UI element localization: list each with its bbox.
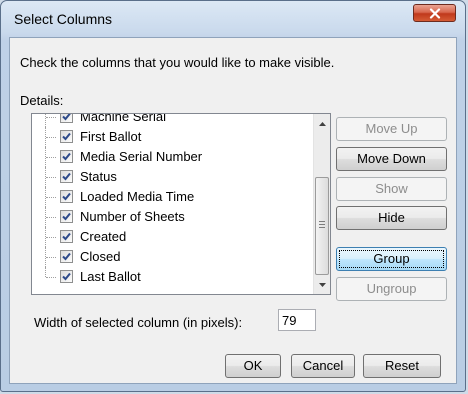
scroll-thumb[interactable] xyxy=(315,177,329,275)
dialog-body: Check the columns that you would like to… xyxy=(9,37,457,384)
checkbox[interactable] xyxy=(60,210,73,223)
move-down-button[interactable]: Move Down xyxy=(336,147,447,171)
tree-item-last-ballot[interactable]: Last Ballot xyxy=(32,267,312,287)
tree-item-status[interactable]: Status xyxy=(32,167,312,187)
ungroup-button[interactable]: Ungroup xyxy=(336,277,447,301)
title-bar: Select Columns xyxy=(1,1,465,37)
close-button[interactable] xyxy=(413,4,456,22)
checkbox[interactable] xyxy=(60,270,73,283)
column-width-label: Width of selected column (in pixels): xyxy=(34,315,243,330)
scroll-down-button[interactable] xyxy=(314,276,330,293)
close-icon xyxy=(429,7,440,19)
columns-tree[interactable]: Machine Serial First Ballot Media Serial… xyxy=(31,113,331,295)
tree-item-label: Created xyxy=(80,229,127,244)
focus-indicator xyxy=(339,250,444,268)
tree-item-media-serial-number[interactable]: Media Serial Number xyxy=(32,147,312,167)
scroll-down-arrow-icon xyxy=(318,282,326,287)
select-columns-dialog: Select Columns Check the columns that yo… xyxy=(0,0,466,392)
reset-button[interactable]: Reset xyxy=(363,354,441,378)
dialog-title: Select Columns xyxy=(14,11,113,27)
tree-item-label: First Ballot xyxy=(80,129,142,144)
checkbox[interactable] xyxy=(60,114,73,123)
tree-item-label: Media Serial Number xyxy=(80,149,203,164)
tree-item-first-ballot[interactable]: First Ballot xyxy=(32,127,312,147)
checkmark-icon xyxy=(62,132,71,141)
checkmark-icon xyxy=(62,192,71,201)
details-label: Details: xyxy=(20,93,64,108)
ok-button[interactable]: OK xyxy=(225,354,281,378)
checkmark-icon xyxy=(62,252,71,261)
cancel-button[interactable]: Cancel xyxy=(291,354,355,378)
tree-item-created[interactable]: Created xyxy=(32,227,312,247)
column-width-input[interactable] xyxy=(278,309,316,331)
checkbox[interactable] xyxy=(60,250,73,263)
checkmark-icon xyxy=(62,232,71,241)
tree-item-label: Status xyxy=(80,169,117,184)
tree-item-closed[interactable]: Closed xyxy=(32,247,312,267)
tree-item-label: Machine Serial xyxy=(80,113,166,124)
tree-item-label: Loaded Media Time xyxy=(80,189,195,204)
checkbox[interactable] xyxy=(60,190,73,203)
show-button[interactable]: Show xyxy=(336,177,447,201)
checkbox[interactable] xyxy=(60,230,73,243)
checkmark-icon xyxy=(62,172,71,181)
checkmark-icon xyxy=(62,152,71,161)
checkmark-icon xyxy=(62,272,71,281)
tree-item-label: Number of Sheets xyxy=(80,209,185,224)
tree-item-label: Closed xyxy=(80,249,121,264)
checkmark-icon xyxy=(62,114,71,121)
hide-button[interactable]: Hide xyxy=(336,206,447,230)
instruction-text: Check the columns that you would like to… xyxy=(20,55,335,70)
tree-item-number-of-sheets[interactable]: Number of Sheets xyxy=(32,207,312,227)
move-up-button[interactable]: Move Up xyxy=(336,117,447,141)
tree-item-machine-serial[interactable]: Machine Serial xyxy=(32,113,312,127)
checkbox[interactable] xyxy=(60,150,73,163)
checkmark-icon xyxy=(62,212,71,221)
checkbox[interactable] xyxy=(60,130,73,143)
tree-item-label: Last Ballot xyxy=(80,269,141,284)
checkbox[interactable] xyxy=(60,170,73,183)
vertical-scrollbar[interactable] xyxy=(313,114,330,294)
scroll-grip xyxy=(319,221,325,230)
group-button[interactable]: Group xyxy=(336,247,447,271)
scroll-up-arrow-icon xyxy=(318,121,326,126)
tree-item-loaded-media-time[interactable]: Loaded Media Time xyxy=(32,187,312,207)
scroll-up-button[interactable] xyxy=(314,115,330,132)
